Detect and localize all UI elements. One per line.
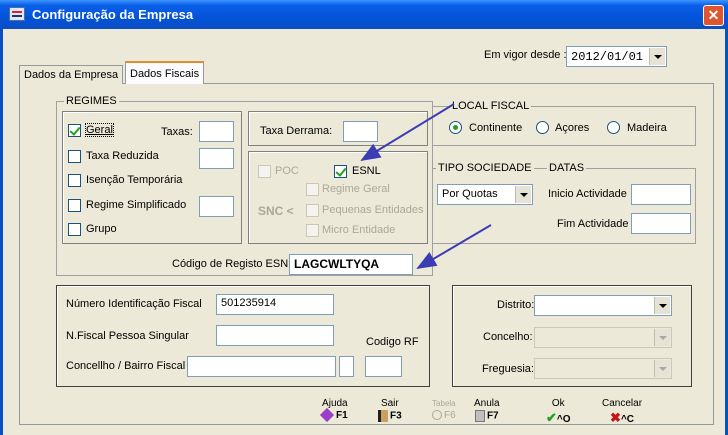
sair-label: Sair — [380, 398, 399, 409]
ajuda-button[interactable]: Ajuda F1 — [319, 398, 348, 423]
table-search-icon — [432, 410, 442, 421]
ajuda-key: F1 — [336, 410, 348, 421]
diamond-icon — [319, 408, 335, 423]
ok-label: Ok — [551, 398, 565, 409]
arrow-to-esnl — [360, 103, 455, 162]
sair-button[interactable]: Sair F3 — [378, 398, 402, 422]
cancelar-label: Cancelar — [602, 398, 643, 409]
cancelar-button[interactable]: Cancelar ✖^C — [602, 398, 642, 426]
ok-key: ^O — [556, 414, 571, 425]
anula-button[interactable]: Anula F7 — [474, 398, 500, 422]
trash-icon — [474, 410, 485, 422]
annotation-arrows — [360, 103, 492, 270]
anula-key: F7 — [486, 410, 499, 422]
checkmark-icon: ✔ — [546, 410, 557, 425]
sair-key: F3 — [390, 410, 402, 422]
tabela-button[interactable]: Tabela F6 — [432, 398, 456, 421]
x-mark-icon: ✖ — [610, 410, 621, 425]
tabela-key: F6 — [444, 410, 456, 421]
anula-label: Anula — [474, 398, 500, 409]
exit-door-icon — [378, 410, 388, 422]
tabela-label: Tabela — [432, 399, 456, 408]
cancelar-key: ^C — [620, 414, 634, 425]
ok-button[interactable]: Ok ✔^O — [546, 398, 571, 426]
arrow-to-codigo-esnl — [416, 224, 492, 270]
